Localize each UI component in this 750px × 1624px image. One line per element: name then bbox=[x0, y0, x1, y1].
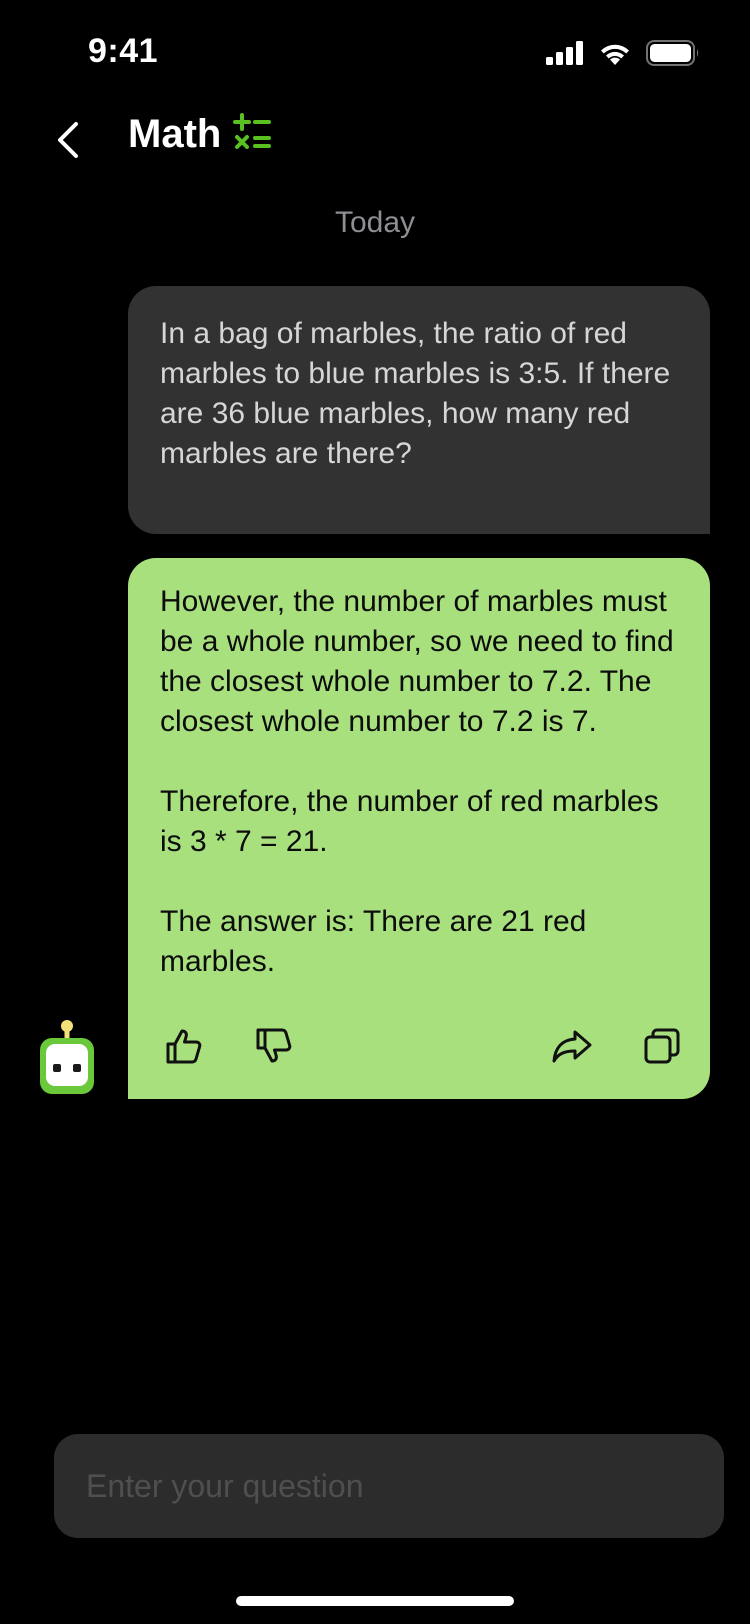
date-divider: Today bbox=[334, 206, 416, 239]
status-icons bbox=[546, 40, 700, 70]
bot-message-paragraph: The answer is: There are 21 red marbles. bbox=[160, 905, 587, 978]
thumbs-down-button[interactable] bbox=[250, 1027, 298, 1075]
share-button[interactable] bbox=[548, 1027, 596, 1075]
title-group: Math bbox=[128, 112, 273, 157]
bot-message-paragraph: However, the number of marbles must be a… bbox=[160, 585, 674, 738]
user-message-text: In a bag of marbles, the ratio of red ma… bbox=[160, 317, 671, 470]
header: Math bbox=[0, 108, 750, 200]
battery-icon bbox=[646, 40, 700, 70]
copy-icon bbox=[642, 1026, 682, 1077]
cellular-signal-icon bbox=[546, 41, 584, 69]
chat-screen: 9:41 Math Today In a bag of marbles, the… bbox=[0, 0, 750, 1624]
bot-message-paragraph: Therefore, the number of red marbles is … bbox=[160, 785, 659, 858]
question-input-container[interactable] bbox=[54, 1434, 724, 1538]
math-operators-icon bbox=[233, 112, 273, 157]
status-time: 9:41 bbox=[88, 32, 159, 70]
user-message-bubble: In a bag of marbles, the ratio of red ma… bbox=[128, 286, 710, 534]
status-bar: 9:41 bbox=[0, 0, 750, 108]
thumbs-up-button[interactable] bbox=[160, 1027, 208, 1075]
question-input[interactable] bbox=[86, 1467, 692, 1505]
copy-button[interactable] bbox=[638, 1027, 686, 1075]
bot-message-text: However, the number of marbles must be a… bbox=[160, 582, 680, 982]
thumbs-down-icon bbox=[254, 1026, 294, 1077]
chevron-left-icon bbox=[55, 120, 81, 164]
page-title: Math bbox=[128, 112, 222, 156]
message-actions bbox=[160, 1027, 686, 1075]
wifi-icon bbox=[598, 41, 632, 69]
bot-avatar bbox=[38, 1020, 96, 1096]
home-indicator[interactable] bbox=[236, 1596, 514, 1606]
thumbs-up-icon bbox=[164, 1026, 204, 1077]
bot-message-bubble: However, the number of marbles must be a… bbox=[128, 558, 710, 1099]
share-icon bbox=[550, 1026, 594, 1077]
back-button[interactable] bbox=[46, 114, 90, 170]
